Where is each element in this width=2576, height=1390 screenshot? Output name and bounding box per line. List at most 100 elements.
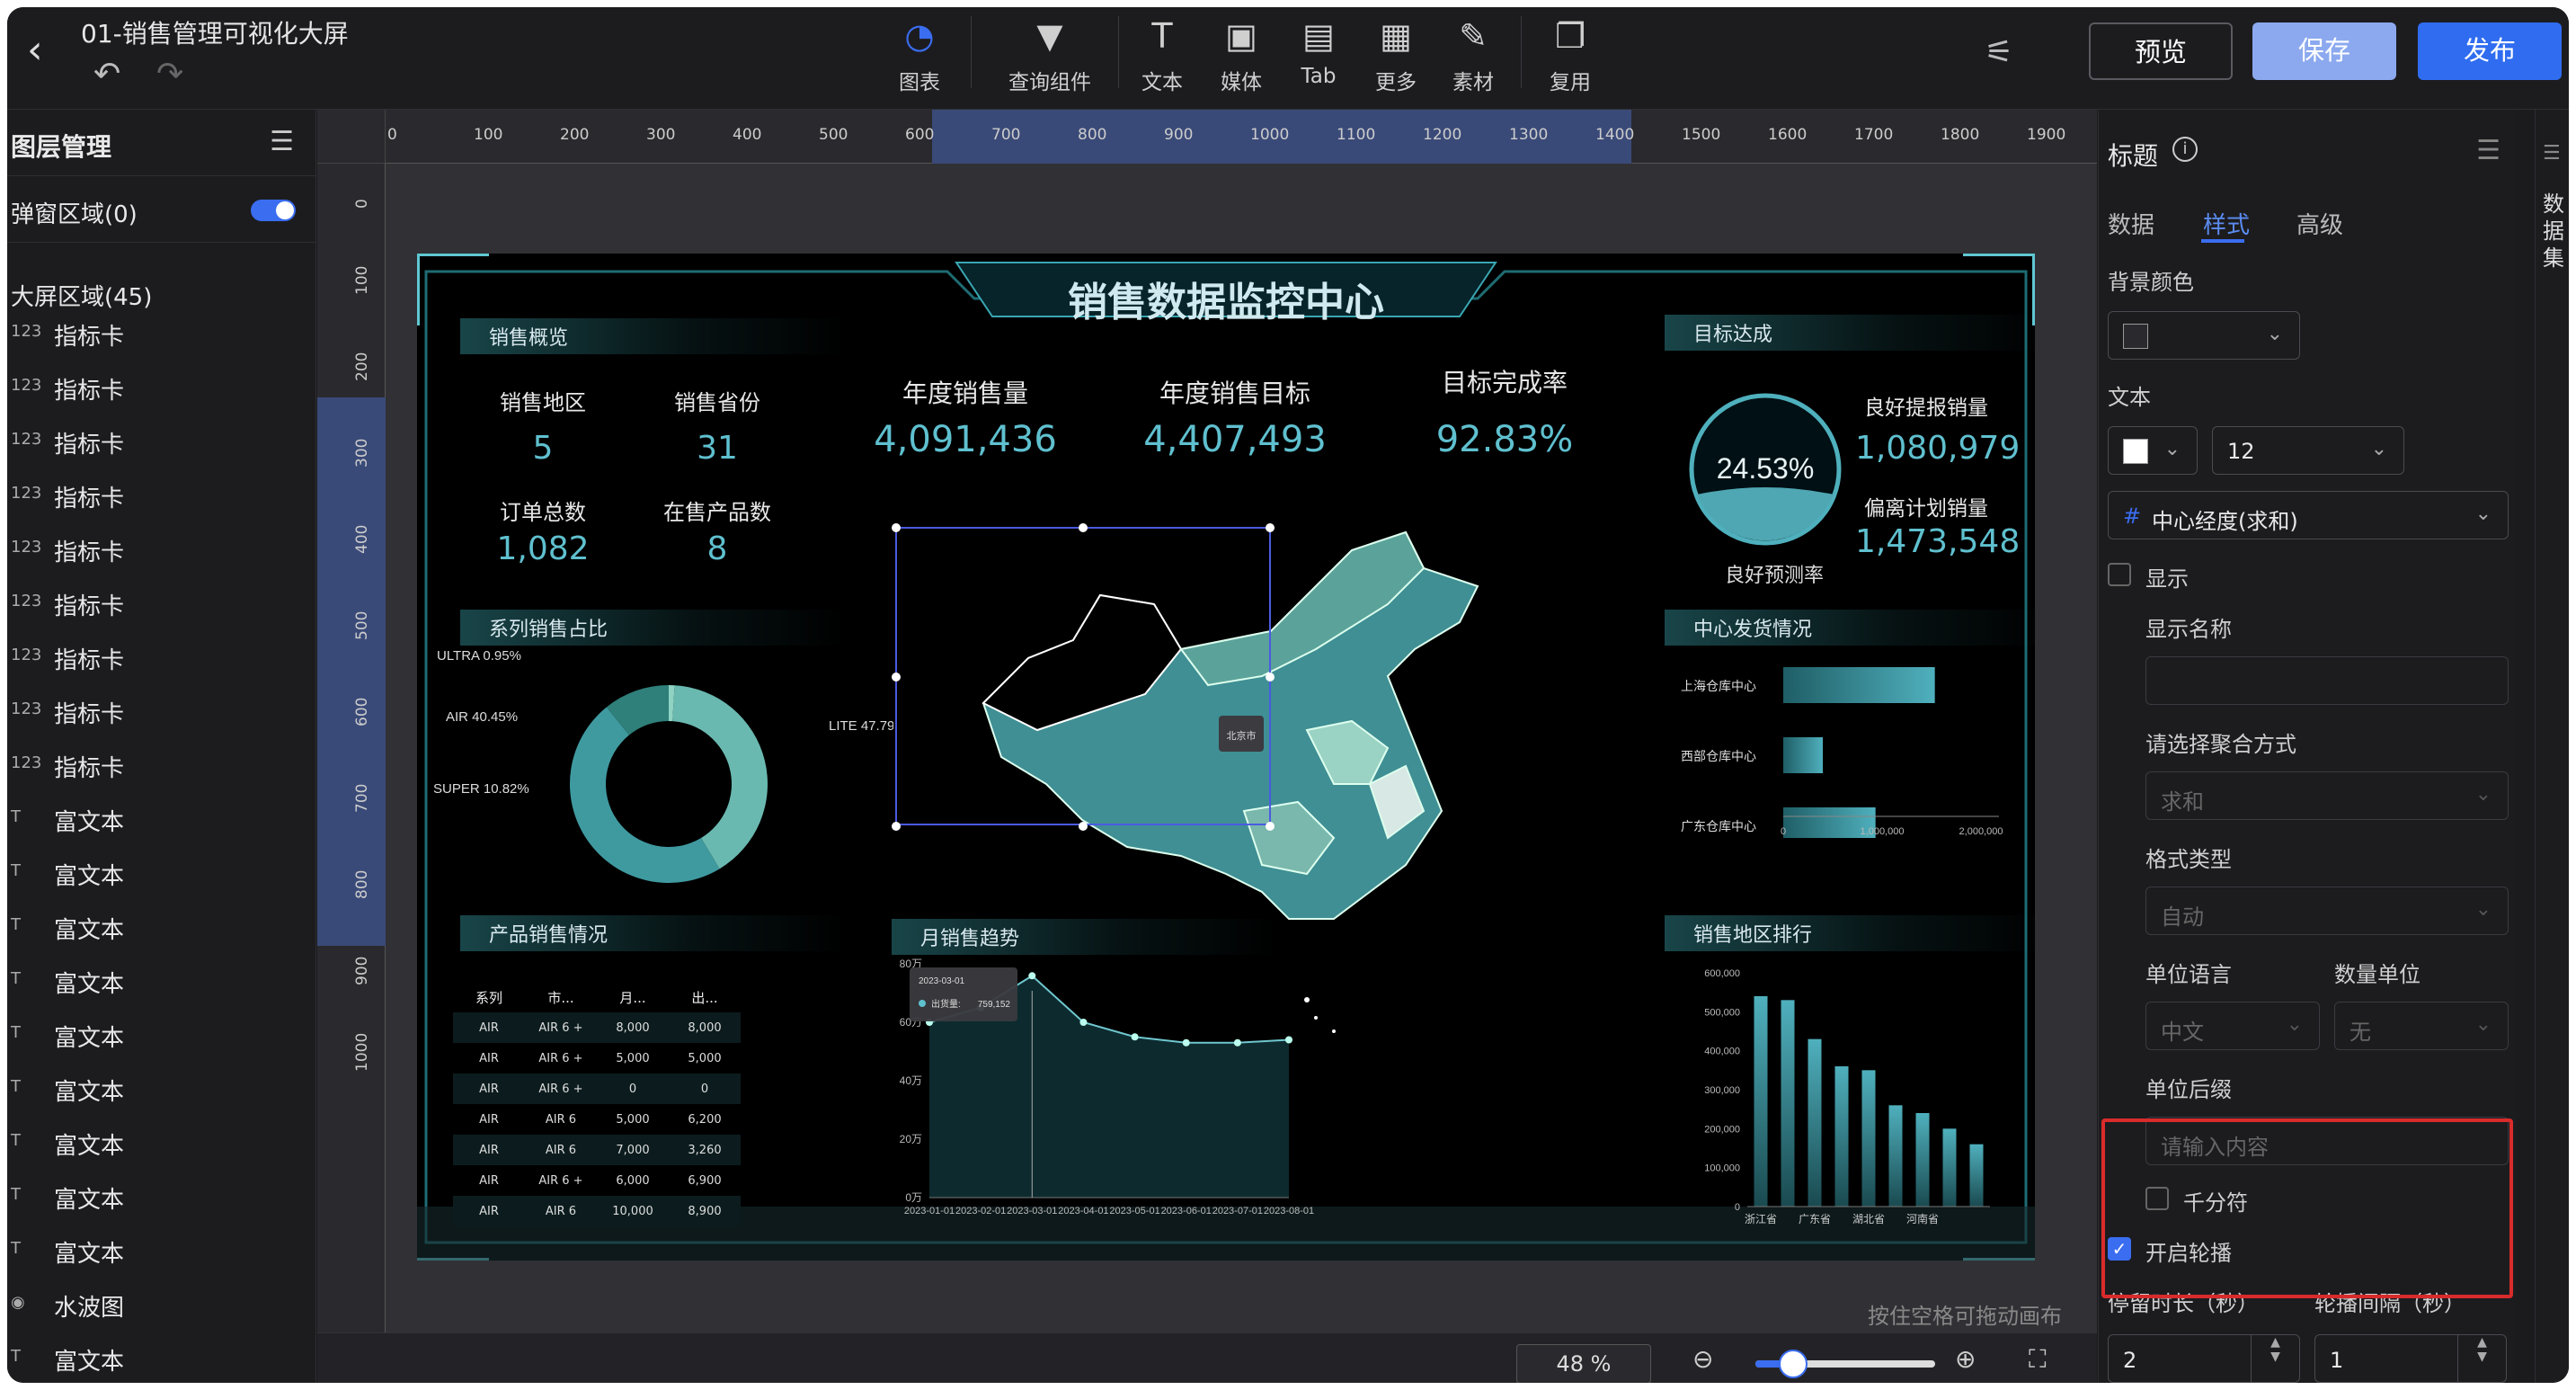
menu-icon[interactable]: ☰ xyxy=(2543,142,2561,165)
section-rank[interactable]: 销售地区排行 xyxy=(1665,915,2035,951)
zoom-slider[interactable] xyxy=(1755,1350,1935,1378)
column-header[interactable]: 系列 xyxy=(453,988,525,1007)
table-row[interactable]: AIR AIR 6 + 6,000 6,900 xyxy=(453,1165,741,1196)
layer-item[interactable]: 123 指标卡 xyxy=(7,415,313,469)
tool-media[interactable]: ▣ 媒体 xyxy=(1201,14,1282,101)
stay-duration-input[interactable]: 2 ▲ ▼ xyxy=(2108,1334,2300,1383)
layer-item[interactable]: T 富文本 xyxy=(7,1225,313,1279)
undo-icon[interactable]: ↶ xyxy=(93,56,120,93)
layer-item[interactable]: T 富文本 xyxy=(7,1009,313,1063)
layer-item[interactable]: T 富文本 xyxy=(7,793,313,847)
slider-knob[interactable] xyxy=(1779,1350,1808,1378)
zoom-in-icon[interactable]: ⊕ xyxy=(1955,1344,1976,1374)
field-select[interactable]: # 中心经度(求和) ⌄ xyxy=(2108,491,2509,539)
resize-handle[interactable] xyxy=(1079,822,1088,831)
bg-color-picker[interactable]: ⌄ xyxy=(2108,311,2300,360)
num-unit-select[interactable]: 无 ⌄ xyxy=(2334,1002,2509,1050)
popup-area-row[interactable]: 弹窗区域(0) xyxy=(7,176,315,243)
popup-area-toggle[interactable] xyxy=(251,200,296,221)
tool-text[interactable]: T 文本 xyxy=(1122,14,1203,101)
table-row[interactable]: AIR AIR 6 5,000 6,200 xyxy=(453,1104,741,1135)
section-overview[interactable]: 销售概览 xyxy=(460,318,847,354)
section-products[interactable]: 产品销售情况 xyxy=(460,915,847,951)
layer-item[interactable]: T 富文本 xyxy=(7,1171,313,1225)
layer-item[interactable]: 123 指标卡 xyxy=(7,307,313,361)
layer-item[interactable]: T 富文本 xyxy=(7,1117,313,1171)
font-size-select[interactable]: 12 ⌄ xyxy=(2212,426,2404,475)
table-row[interactable]: AIR AIR 6 7,000 3,260 xyxy=(453,1135,741,1165)
ruler-corner-icon[interactable] xyxy=(317,110,386,164)
fit-screen-icon[interactable]: ⛶ xyxy=(2029,1344,2047,1375)
menu-icon[interactable]: ☰ xyxy=(270,126,294,157)
layer-item[interactable]: 123 指标卡 xyxy=(7,577,313,631)
preview-button[interactable]: 预览 xyxy=(2089,22,2233,80)
zoom-out-icon[interactable]: ⊖ xyxy=(1692,1344,1713,1374)
show-checkbox[interactable] xyxy=(2108,563,2131,586)
layer-item[interactable]: T 富文本 xyxy=(7,1332,313,1383)
horizontal-bar-chart[interactable]: 上海仓库中心西部仓库中心广东仓库中心 0 1,000,000 2,000,000 xyxy=(1675,649,2017,838)
layer-item[interactable]: T 富文本 xyxy=(7,901,313,955)
zoom-input[interactable]: 48 % xyxy=(1516,1344,1651,1383)
resize-handle[interactable] xyxy=(1266,822,1275,831)
tab-style[interactable]: 样式 xyxy=(2203,207,2250,240)
table-row[interactable]: AIR AIR 6 10,000 8,900 xyxy=(453,1196,741,1226)
tool-more[interactable]: ▦ 更多 xyxy=(1355,14,1436,101)
menu-icon[interactable]: ☰ xyxy=(2476,135,2500,166)
column-header[interactable]: 市... xyxy=(525,988,597,1007)
format-select[interactable]: 自动 ⌄ xyxy=(2145,887,2509,935)
dashboard-canvas[interactable]: 销售数据监控中心 销售概览 销售地区 5 销售省份 31 订单总数 1,082 … xyxy=(417,254,2035,1261)
layer-item[interactable]: 123 指标卡 xyxy=(7,469,313,523)
agg-select[interactable]: 求和 ⌄ xyxy=(2145,771,2509,820)
donut-chart[interactable]: ULTRA 0.95%AIR 40.45%LITE 47.79%SUPER 10… xyxy=(426,649,893,919)
liquid-gauge[interactable]: 24.53% xyxy=(1684,388,1846,550)
tool-material[interactable]: ✎ 素材 xyxy=(1433,14,1514,101)
layer-item[interactable]: T 富文本 xyxy=(7,1063,313,1117)
unit-lang-select[interactable]: 中文 ⌄ xyxy=(2145,1002,2320,1050)
tab-data[interactable]: 数据 xyxy=(2108,207,2154,240)
tool-tab[interactable]: ▤ Tab xyxy=(1278,14,1359,101)
dataset-panel[interactable]: ☰ 数据集 xyxy=(2535,110,2569,1383)
publish-button[interactable]: 发布 xyxy=(2418,22,2562,80)
table-row[interactable]: AIR AIR 6 + 0 0 xyxy=(453,1074,741,1104)
resize-handle[interactable] xyxy=(892,822,901,831)
back-icon[interactable]: ‹ xyxy=(27,27,43,73)
canvas-area[interactable]: 0 100 200 300 400 500 600 700 800 900 1000 1100 1200… xyxy=(317,110,2097,1383)
info-icon[interactable]: i xyxy=(2172,137,2198,162)
area-chart[interactable]: 80万60万40万20万0万2023-01-01 2023-02-01 2023-0… xyxy=(866,955,1370,1243)
tool-reuse[interactable]: ❐ 复用 xyxy=(1530,14,1611,101)
text-color-picker[interactable]: ⌄ xyxy=(2108,426,2198,475)
products-table[interactable]: 系列 市... 月... 出... AIR AIR 6 +8,000 8,000 AIR AIR… xyxy=(453,982,741,1226)
layer-item[interactable]: T 富文本 xyxy=(7,955,313,1009)
stepper-icon[interactable]: ▲ ▼ xyxy=(2251,1335,2299,1382)
layer-item[interactable]: ◉ 水波图 xyxy=(7,1279,313,1332)
resize-handle[interactable] xyxy=(892,523,901,532)
tool-query[interactable]: ▼ 查询组件 xyxy=(996,14,1104,101)
section-trend[interactable]: 月销售趋势 xyxy=(892,919,1278,955)
resize-handle[interactable] xyxy=(1266,673,1275,682)
dashboard-title[interactable]: 销售数据监控中心 xyxy=(1046,270,1406,327)
document-title[interactable]: 01-销售管理可视化大屏 xyxy=(81,14,349,50)
interval-input[interactable]: 1 ▲ ▼ xyxy=(2314,1334,2507,1383)
table-row[interactable]: AIR AIR 6 + 5,000 5,000 xyxy=(453,1043,741,1074)
column-header[interactable]: 出... xyxy=(669,988,741,1007)
selection-box[interactable] xyxy=(895,527,1271,825)
layer-item[interactable]: 123 指标卡 xyxy=(7,739,313,793)
layer-item[interactable]: 123 指标卡 xyxy=(7,685,313,739)
table-row[interactable]: AIR AIR 6 + 8,000 8,000 xyxy=(453,1012,741,1043)
layer-item[interactable]: T 富文本 xyxy=(7,847,313,901)
resize-handle[interactable] xyxy=(892,673,901,682)
tool-chart[interactable]: ◔ 图表 xyxy=(879,14,960,101)
vertical-bar-chart[interactable]: 600,000 500,000 400,000 300,000 200,000 100,0… xyxy=(1675,955,2017,1243)
stepper-icon[interactable]: ▲ ▼ xyxy=(2457,1335,2506,1382)
section-target[interactable]: 目标达成 xyxy=(1665,315,2035,351)
settings-sliders-icon[interactable]: ⚟ xyxy=(1985,34,2013,71)
resize-handle[interactable] xyxy=(1079,523,1088,532)
redo-icon[interactable]: ↷ xyxy=(156,56,183,93)
column-header[interactable]: 月... xyxy=(597,988,669,1007)
layer-item[interactable]: 123 指标卡 xyxy=(7,631,313,685)
show-name-input[interactable] xyxy=(2145,656,2509,705)
resize-handle[interactable] xyxy=(1266,523,1275,532)
layer-item[interactable]: 123 指标卡 xyxy=(7,523,313,577)
layer-item[interactable]: 123 指标卡 xyxy=(7,361,313,415)
save-button[interactable]: 保存 xyxy=(2252,22,2396,80)
